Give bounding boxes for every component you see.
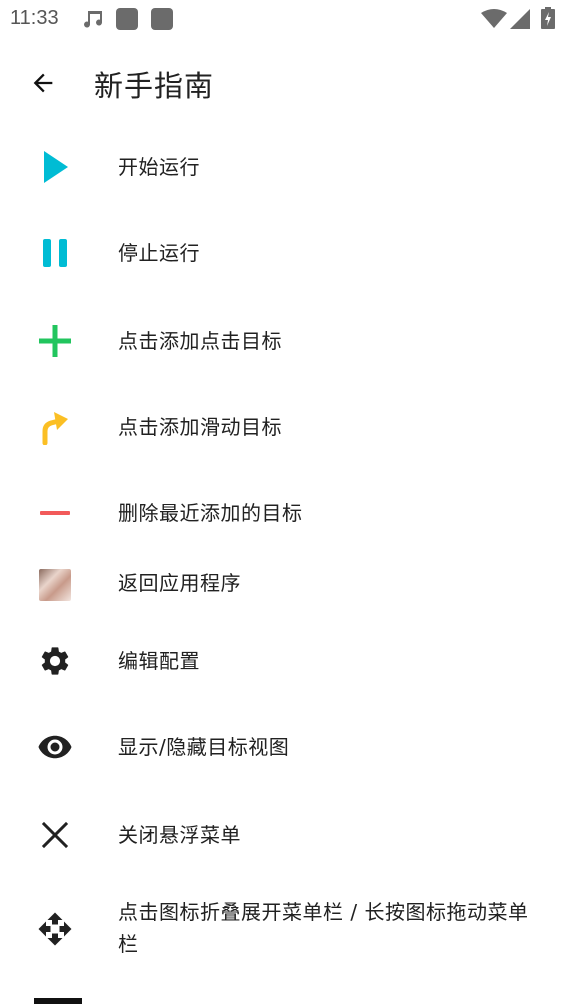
list-item-label: 开始运行 [118,155,200,179]
battery-charging-icon [541,7,555,29]
list-item-label: 点击图标折叠展开菜单栏 / 长按图标拖动菜单栏 [118,900,529,956]
play-icon [34,146,76,188]
close-icon [34,814,76,856]
list-item-label: 返回应用程序 [118,571,241,595]
status-bar: 11:33 [0,0,564,38]
arrow-back-icon [33,73,53,93]
list-item-label: 停止运行 [118,241,200,265]
app-bar: 新手指南 [0,52,564,112]
music-note-icon [84,11,103,28]
minus-icon [34,492,76,534]
back-button[interactable] [22,62,64,104]
move-icon [34,908,76,950]
eye-icon [34,726,76,768]
wifi-icon [481,9,507,28]
list-item-label: 编辑配置 [118,649,200,673]
page-title: 新手指南 [94,69,215,103]
pause-icon [34,232,76,274]
list-item-label: 显示/隐藏目标视图 [118,735,290,759]
notification-icon [116,8,138,30]
swipe-arrow-icon [34,406,76,448]
gear-icon [34,640,76,682]
plus-icon [34,320,76,362]
list-item-label: 点击添加点击目标 [118,329,282,353]
app-thumbnail-icon [34,564,76,606]
notification-icon [151,8,173,30]
list-item-label: 关闭悬浮菜单 [118,823,241,847]
scroll-edge-divider [34,998,82,1004]
list-item-label: 点击添加滑动目标 [118,415,282,439]
status-time: 11:33 [10,7,59,29]
list-item-label: 删除最近添加的目标 [118,501,303,525]
signal-icon [510,9,530,29]
